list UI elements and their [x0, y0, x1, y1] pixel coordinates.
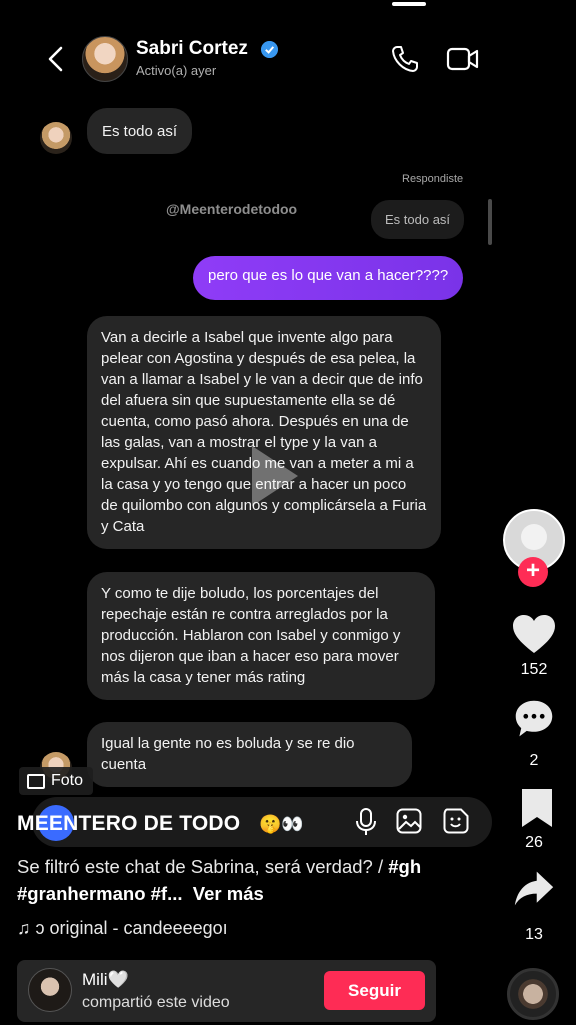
- sharer-name[interactable]: Mili🤍: [82, 970, 129, 990]
- likes-count: 152: [520, 661, 548, 678]
- back-arrow-icon[interactable]: [42, 44, 70, 74]
- caption-body: Se filtró este chat de Sabrina, será ver…: [17, 856, 389, 877]
- heart-icon[interactable]: [511, 613, 557, 655]
- sender-avatar: [40, 122, 72, 154]
- comment-icon[interactable]: [511, 698, 557, 740]
- reply-bar: [488, 199, 492, 245]
- contact-status: Activo(a) ayer: [136, 63, 217, 78]
- sound-text: ♫ ɔ original - candeeeegoı: [17, 918, 228, 938]
- sticker-icon[interactable]: [443, 808, 469, 834]
- incoming-message[interactable]: Y como te dije boludo, los porcentajes d…: [87, 572, 435, 700]
- incoming-message[interactable]: Van a decirle a Isabel que invente algo …: [87, 316, 441, 549]
- replied-label: Respondiste: [402, 173, 464, 185]
- follow-button[interactable]: Seguir: [324, 971, 425, 1010]
- status-indicator: [392, 2, 426, 6]
- sound-label[interactable]: ♫ ɔ original - candeeeegoı: [17, 918, 228, 939]
- image-icon: [27, 773, 45, 789]
- photo-tag[interactable]: Foto: [19, 767, 94, 795]
- caption-text[interactable]: Se filtró este chat de Sabrina, será ver…: [17, 853, 477, 907]
- incoming-message[interactable]: Es todo así: [87, 108, 193, 154]
- microphone-icon[interactable]: [355, 808, 377, 836]
- caption-author[interactable]: MEENTERO DE TODO: [17, 812, 240, 836]
- reply-quote: Es todo así: [371, 200, 465, 239]
- shares-count: 13: [525, 926, 543, 943]
- gallery-icon[interactable]: [396, 808, 422, 834]
- shared-video-label: compartió este video: [82, 994, 230, 1011]
- outgoing-message[interactable]: pero que es lo que van a hacer????: [193, 256, 464, 300]
- play-overlay-icon[interactable]: [252, 446, 298, 506]
- verified-badge-icon: [261, 41, 278, 58]
- sharer-avatar[interactable]: [28, 968, 72, 1012]
- see-more-link[interactable]: Ver más: [193, 883, 264, 904]
- music-disc-icon[interactable]: [507, 968, 559, 1020]
- contact-name[interactable]: Sabri Cortez: [136, 38, 248, 60]
- follow-plus-button[interactable]: +: [518, 557, 548, 587]
- contact-avatar[interactable]: [82, 36, 128, 82]
- share-icon[interactable]: [511, 868, 557, 910]
- bookmark-icon[interactable]: [515, 787, 561, 829]
- incoming-message[interactable]: Igual la gente no es boluda y se re dio …: [87, 722, 412, 787]
- photo-tag-label: Foto: [51, 772, 84, 789]
- watermark-text: @Meenterodetodoo: [166, 201, 298, 217]
- comments-count: 2: [529, 752, 539, 769]
- video-call-icon[interactable]: [446, 44, 480, 74]
- saves-count: 26: [525, 834, 543, 851]
- phone-call-icon[interactable]: [390, 44, 420, 74]
- caption-emoji: 🤫👀: [259, 814, 304, 834]
- creator-avatar-placeholder: [521, 524, 547, 550]
